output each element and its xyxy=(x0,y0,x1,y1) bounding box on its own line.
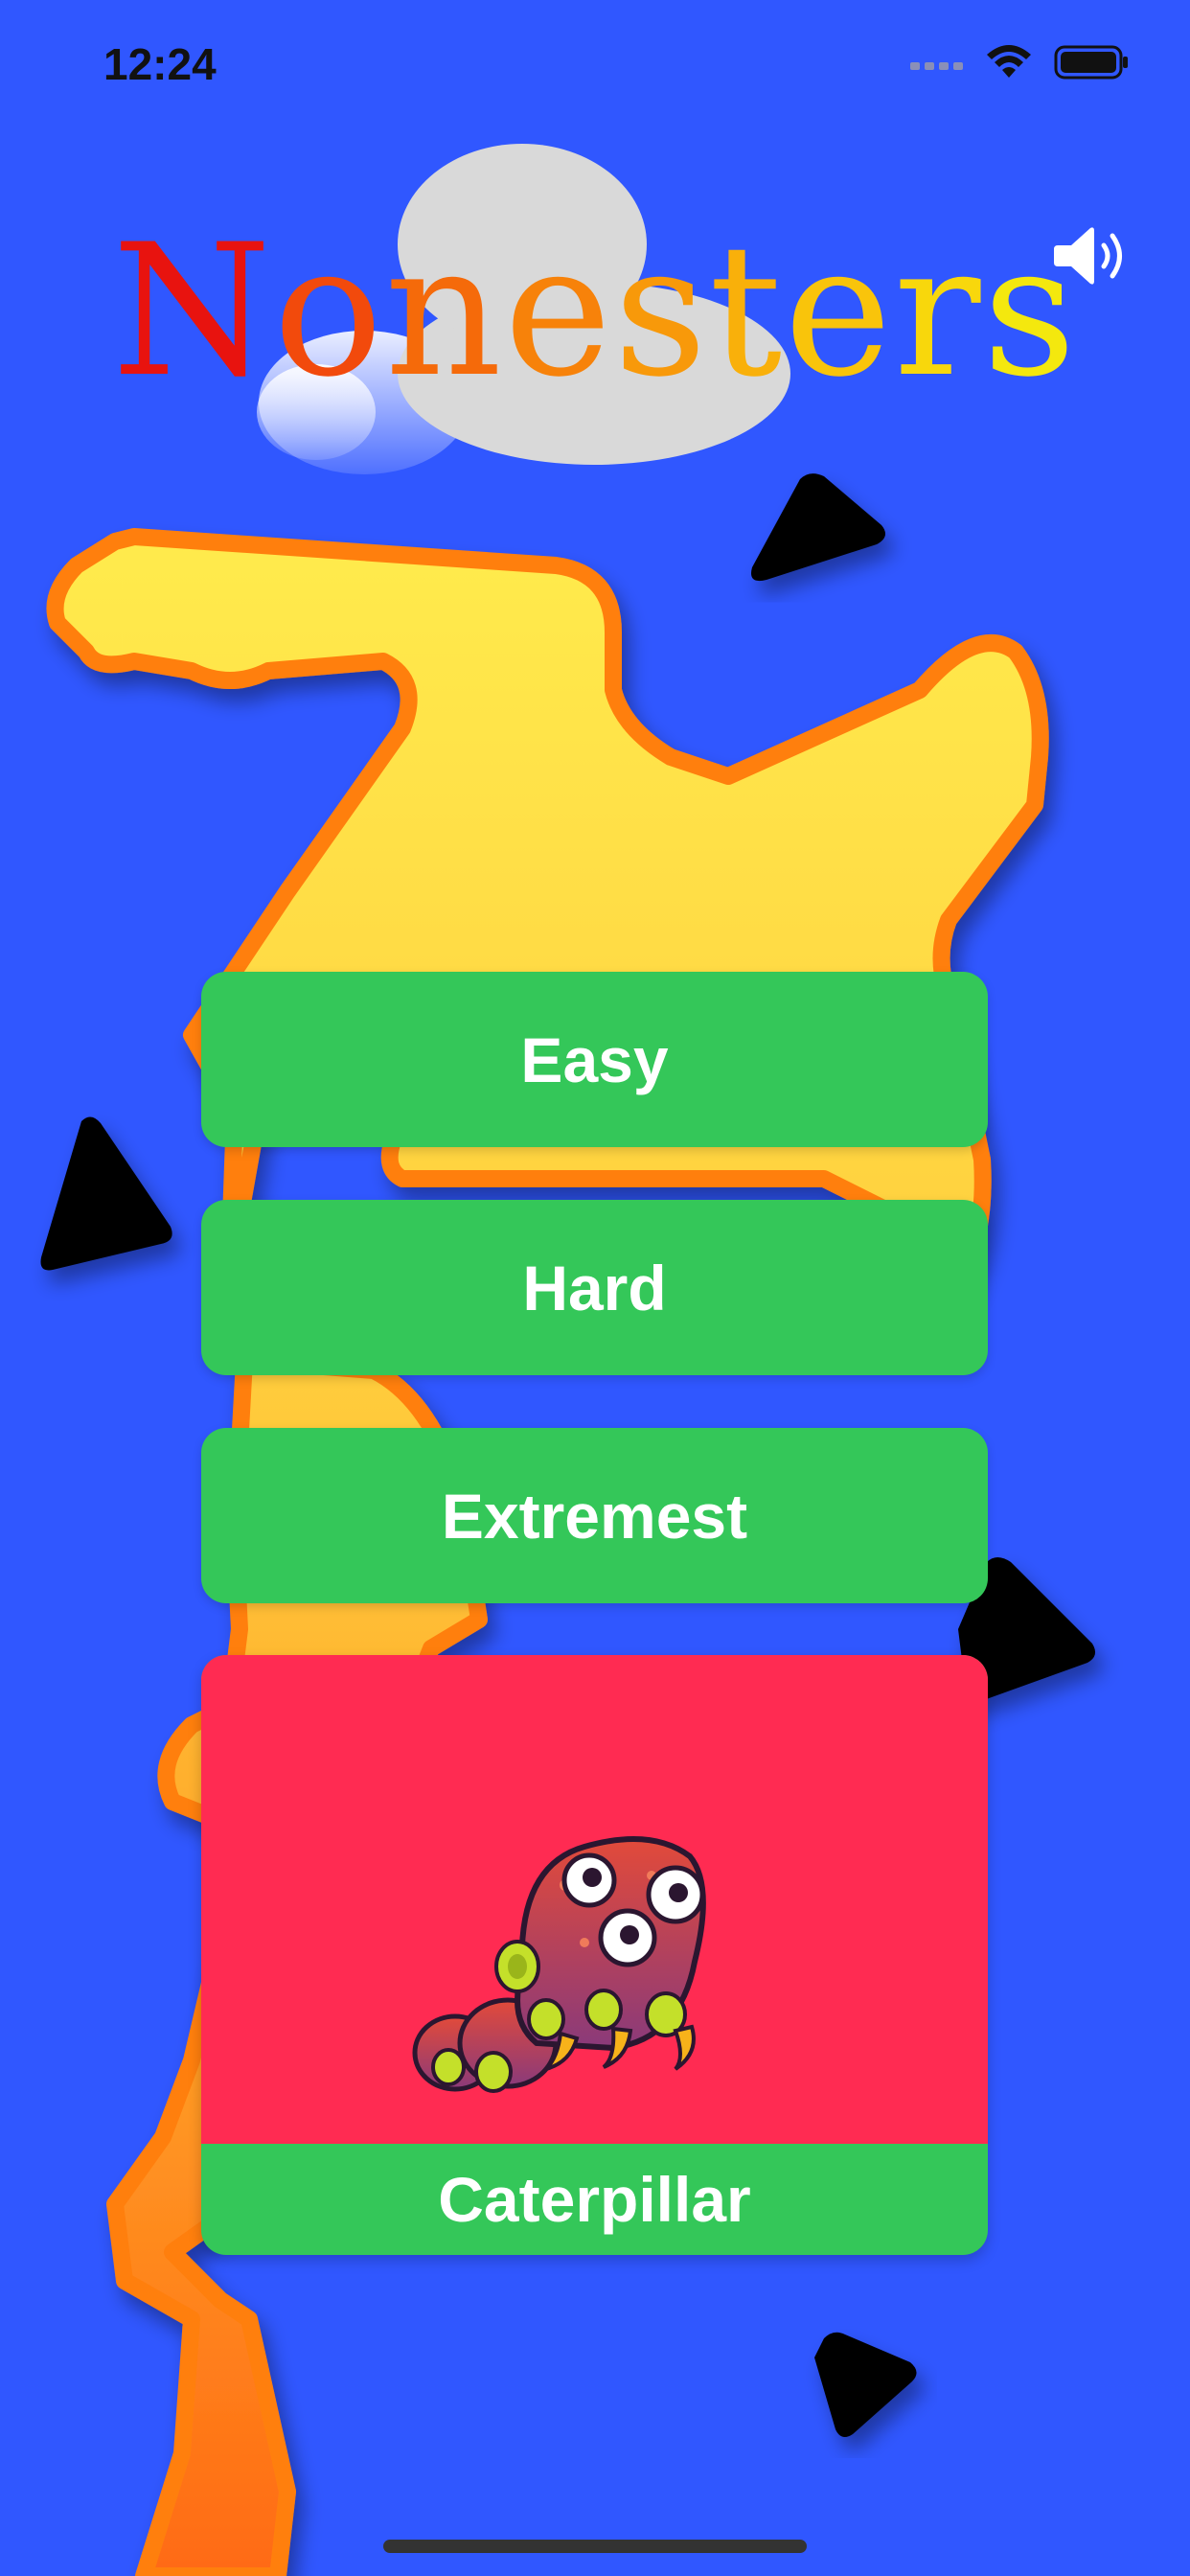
title-letter: t xyxy=(708,205,785,417)
title-letter: e xyxy=(503,205,614,417)
status-time: 12:24 xyxy=(103,39,217,89)
caterpillar-monster-icon xyxy=(412,1836,706,2093)
character-preview xyxy=(201,1655,988,2144)
title-letter: r xyxy=(893,205,983,417)
easy-button[interactable]: Easy xyxy=(201,972,988,1147)
triangle-decoration xyxy=(751,473,885,582)
title-letter: o xyxy=(273,205,385,417)
speaker-wave-icon xyxy=(1054,227,1122,285)
status-icons xyxy=(910,43,1131,81)
character-name-label: Caterpillar xyxy=(438,2164,751,2235)
app-title: Nonesters xyxy=(0,220,1190,402)
home-indicator xyxy=(383,2540,807,2553)
hard-button[interactable]: Hard xyxy=(201,1200,988,1375)
battery-icon xyxy=(1054,45,1128,80)
extremest-button[interactable]: Extremest xyxy=(201,1428,988,1603)
title-letter: s xyxy=(613,205,709,417)
cellular-signal-icon xyxy=(910,62,963,70)
character-select-card[interactable]: Caterpillar xyxy=(201,1655,988,2255)
title-letter: N xyxy=(111,205,274,417)
triangle-decoration xyxy=(814,2332,917,2438)
wifi-icon xyxy=(987,45,1031,78)
title-letter: n xyxy=(384,205,504,417)
triangle-decoration xyxy=(40,1116,172,1271)
sound-toggle-button[interactable] xyxy=(1052,222,1129,289)
title-letter: e xyxy=(784,205,894,417)
